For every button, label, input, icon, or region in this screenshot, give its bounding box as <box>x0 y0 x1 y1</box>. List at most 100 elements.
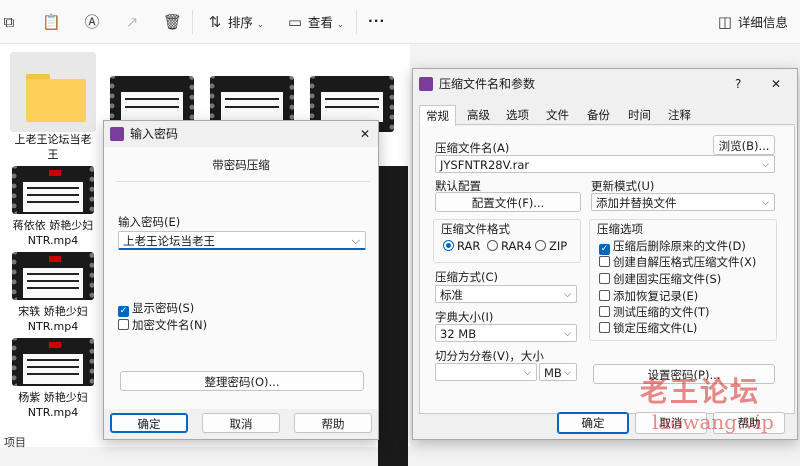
sort-button[interactable]: ⇅ 排序 ⌄ <box>206 13 265 32</box>
details-pane-icon: ◫ <box>717 13 733 31</box>
cancel-button[interactable]: 取消 <box>202 413 280 433</box>
share-icon: ↗ <box>125 13 139 31</box>
update-mode-select[interactable]: 添加并替换文件 ⌵ <box>591 193 775 211</box>
ok-button[interactable]: 确定 <box>557 412 629 434</box>
options-group-title: 压缩选项 <box>597 222 643 236</box>
delete-icon[interactable]: 🗑 <box>163 13 182 31</box>
video-thumbnail-column <box>378 166 408 466</box>
view-button[interactable]: ▭ 查看 ⌄ <box>286 13 344 32</box>
tab-options[interactable]: 选项 <box>500 105 535 125</box>
checkbox-icon <box>599 322 610 333</box>
copy-icon[interactable]: ⧉ <box>0 13 18 31</box>
video-thumbnail[interactable] <box>12 166 94 214</box>
radio-icon <box>535 240 546 251</box>
archive-name-label: 压缩文件名(A) <box>435 141 510 155</box>
archive-dialog-titlebar: 压缩文件名和参数 ? ✕ <box>413 71 797 97</box>
option-label: 测试压缩的文件(T) <box>613 305 710 319</box>
option-solid[interactable]: 创建固实压缩文件(S) <box>599 272 721 287</box>
folder-thumbnail[interactable] <box>10 52 96 132</box>
tab-time[interactable]: 时间 <box>622 105 657 125</box>
file-name[interactable]: 蒋依依 娇艳少妇NTR.mp4 <box>8 218 98 248</box>
method-label: 压缩方式(C) <box>435 270 499 284</box>
tab-general[interactable]: 常规 <box>419 105 456 126</box>
encrypt-filenames-label: 加密文件名(N) <box>132 318 208 332</box>
chevron-down-icon: ⌵ <box>564 368 571 378</box>
archive-name-field[interactable]: JYSFNTR28V.rar ⌵ <box>435 155 775 173</box>
help-button[interactable]: 帮助 <box>294 413 372 433</box>
format-rar-label: RAR <box>457 239 481 253</box>
tab-advanced[interactable]: 高级 <box>461 105 496 125</box>
password-input-value: 上老王论坛当老王 <box>123 234 215 248</box>
tab-comment[interactable]: 注释 <box>662 105 697 125</box>
method-select[interactable]: 标准 ⌵ <box>435 285 577 303</box>
file-name[interactable]: 上老王论坛当老王 <box>10 132 96 162</box>
chevron-down-icon: ⌄ <box>336 20 345 30</box>
password-dialog-titlebar: 输入密码 ✕ <box>104 121 378 147</box>
password-dialog-body <box>104 147 378 409</box>
organize-passwords-button[interactable]: 整理密码(O)... <box>120 371 364 391</box>
file-name[interactable]: 杨紫 娇艳少妇NTR.mp4 <box>8 390 98 420</box>
show-password-checkbox[interactable]: ✓ 显示密码(S) <box>118 301 194 317</box>
option-label: 添加恢复记录(E) <box>613 289 699 303</box>
option-recovery[interactable]: 添加恢复记录(E) <box>599 289 698 304</box>
checkbox-checked-icon: ✓ <box>118 306 129 317</box>
format-rar-radio[interactable]: RAR <box>443 239 480 254</box>
dict-label: 字典大小(I) <box>435 310 494 324</box>
password-input-label: 输入密码(E) <box>118 215 181 229</box>
show-password-label: 显示密码(S) <box>132 301 195 315</box>
ok-button[interactable]: 确定 <box>110 413 188 433</box>
file-name[interactable]: 宋轶 娇艳少妇NTR.mp4 <box>8 304 98 334</box>
radio-icon <box>443 240 454 251</box>
dict-select[interactable]: 32 MB ⌵ <box>435 324 577 342</box>
encrypt-filenames-checkbox[interactable]: 加密文件名(N) <box>118 318 207 333</box>
video-thumbnail[interactable] <box>12 338 94 386</box>
option-test[interactable]: 测试压缩的文件(T) <box>599 305 710 320</box>
option-label: 创建固实压缩文件(S) <box>613 272 722 286</box>
paste-icon[interactable]: 📋 <box>42 13 61 31</box>
more-options-button[interactable]: ··· <box>368 12 385 30</box>
password-dialog-title: 输入密码 <box>130 127 179 141</box>
chevron-down-icon: ⌵ <box>351 234 360 247</box>
video-thumbnail[interactable] <box>12 252 94 300</box>
option-lock[interactable]: 锁定压缩文件(L) <box>599 321 697 336</box>
status-bar-text: 项目 <box>4 436 26 449</box>
divider <box>116 181 370 182</box>
format-zip-label: ZIP <box>549 239 568 253</box>
tab-backup[interactable]: 备份 <box>581 105 616 125</box>
chevron-down-icon: ⌵ <box>762 198 769 208</box>
method-value: 标准 <box>440 288 463 302</box>
option-label: 压缩后删除原来的文件(D) <box>613 239 746 253</box>
watermark-title: 老王论坛 <box>640 375 761 408</box>
details-button[interactable]: ◫ 详细信息 <box>716 13 788 32</box>
sort-label: 排序 <box>227 15 253 30</box>
profiles-button[interactable]: 配置文件(F)... <box>435 192 581 212</box>
chevron-down-icon: ⌵ <box>524 368 531 378</box>
password-input[interactable]: 上老王论坛当老王 ⌵ <box>118 231 366 250</box>
folder-icon <box>26 74 86 122</box>
option-sfx[interactable]: 创建自解压格式压缩文件(X) <box>599 255 756 270</box>
toolbar-divider <box>192 10 193 34</box>
sort-icon: ⇅ <box>208 13 222 31</box>
checkbox-checked-icon: ✓ <box>599 244 610 255</box>
view-label: 查看 <box>307 15 333 30</box>
format-zip-radio[interactable]: ZIP <box>535 239 567 254</box>
close-icon[interactable]: ✕ <box>360 121 370 147</box>
toolbar-divider <box>356 10 357 34</box>
browse-button[interactable]: 浏览(B)... <box>713 135 775 155</box>
option-delete-after[interactable]: ✓ 压缩后删除原来的文件(D) <box>599 239 746 255</box>
rename-icon[interactable]: Ⓐ <box>83 13 101 31</box>
split-unit-select[interactable]: MB ⌵ <box>539 363 577 381</box>
checkbox-icon <box>599 290 610 301</box>
checkbox-icon <box>118 319 129 330</box>
help-icon[interactable]: ? <box>735 71 741 97</box>
chevron-down-icon: ⌄ <box>256 20 265 30</box>
explorer-toolbar: ⧉ 📋 Ⓐ ↗ 🗑 ⇅ 排序 ⌄ ▭ 查看 ⌄ ··· ◫ 详细信息 <box>0 0 800 44</box>
archive-dialog-title: 压缩文件名和参数 <box>439 77 536 91</box>
split-size-field[interactable]: ⌵ <box>435 363 537 381</box>
radio-icon <box>487 240 498 251</box>
tab-files[interactable]: 文件 <box>540 105 575 125</box>
format-rar4-radio[interactable]: RAR4 <box>487 239 532 254</box>
checkbox-icon <box>599 256 610 267</box>
watermark-url: laowang.vip <box>652 410 774 434</box>
close-icon[interactable]: ✕ <box>771 71 781 97</box>
